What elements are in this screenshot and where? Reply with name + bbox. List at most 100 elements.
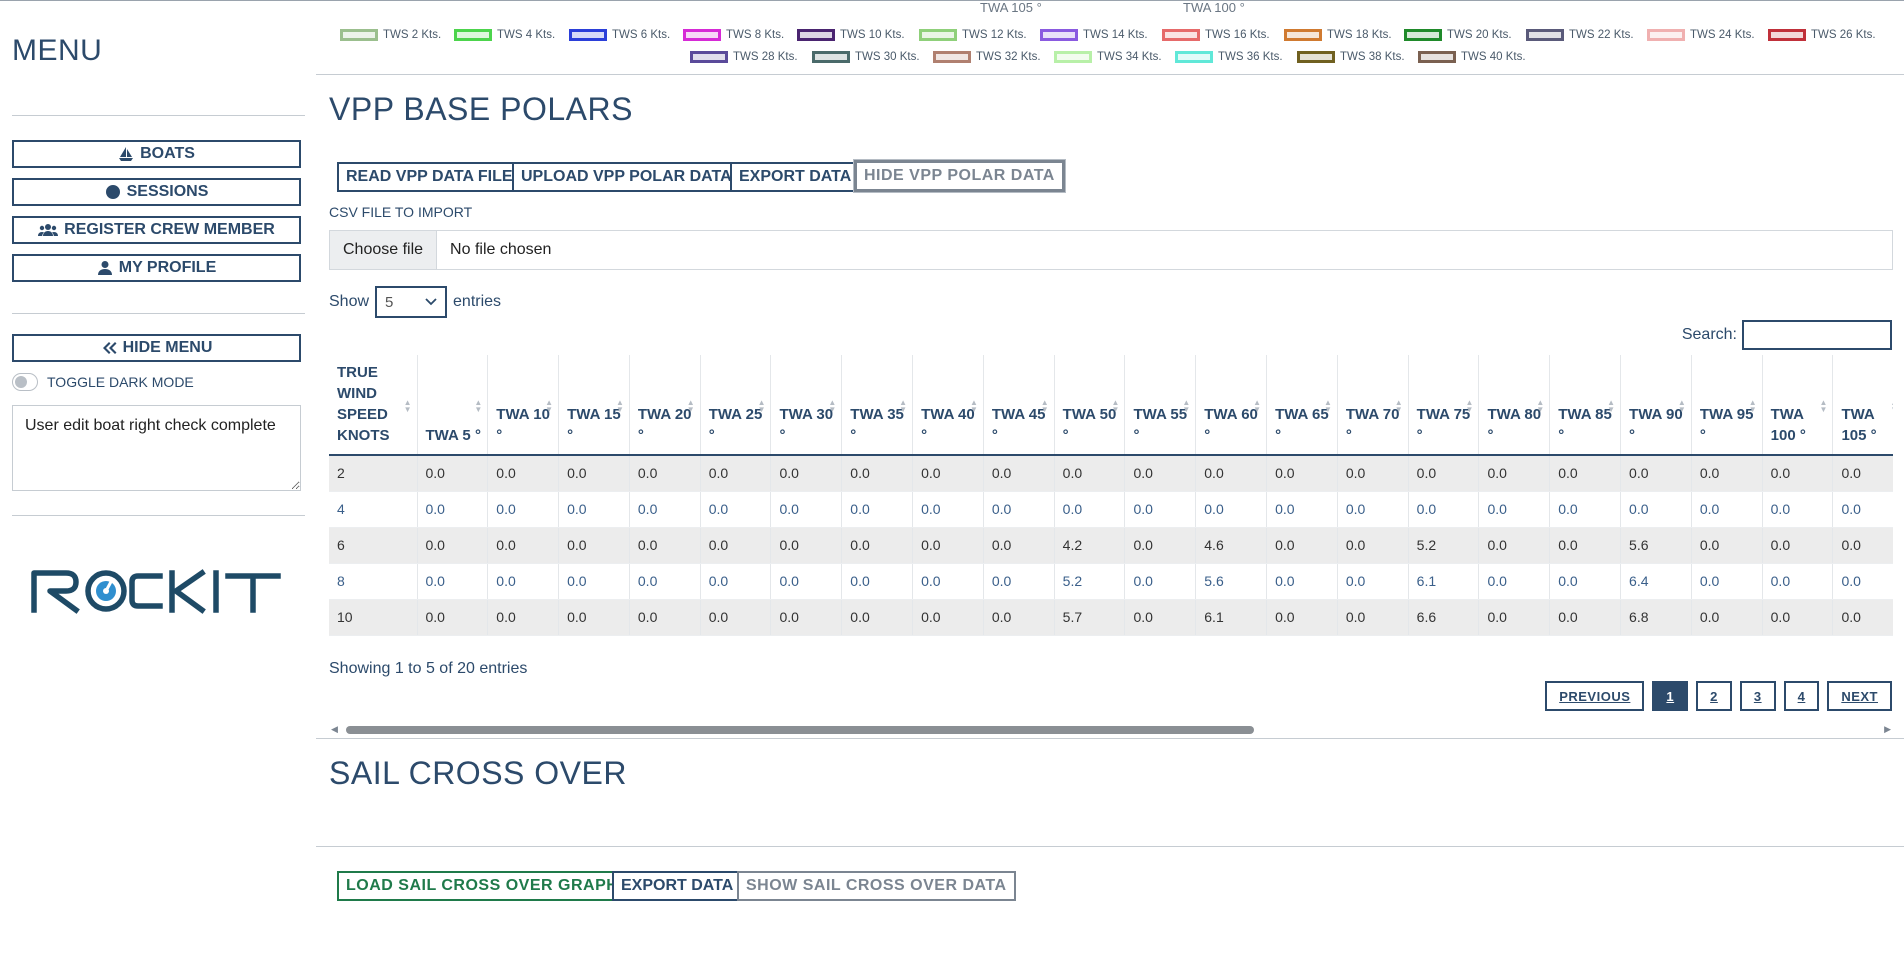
column-header[interactable]: TWA 65 ° ▲ ▼: [1266, 355, 1338, 456]
choose-file-button[interactable]: Choose file: [330, 231, 438, 269]
legend-item[interactable]: TWS 16 Kts.: [1162, 29, 1270, 41]
sort-icon: ▲▼: [1748, 398, 1757, 414]
boat-speed-cell: 0.0: [1408, 491, 1480, 528]
legend-item[interactable]: TWS 4 Kts.: [454, 29, 555, 41]
entries-select-value: 5: [385, 293, 394, 311]
page-button-4[interactable]: 4: [1783, 681, 1820, 711]
legend-item[interactable]: TWS 30 Kts.: [812, 51, 920, 63]
column-header[interactable]: TWA 80 ° ▲ ▼: [1478, 355, 1551, 456]
boat-speed-cell: 0.0: [1620, 491, 1692, 528]
legend-item[interactable]: TWS 38 Kts.: [1297, 51, 1405, 63]
legend-item[interactable]: TWS 32 Kts.: [933, 51, 1041, 63]
scroll-left-icon[interactable]: ◀: [331, 724, 338, 735]
table-row: 2 0.0 0.0 0.0 0.0 0.0 0.0 0.0 0.0 0.0 0.0 0.0 0.0 0.0…: [329, 455, 1893, 492]
column-header[interactable]: TWA 45 ° ▲ ▼: [983, 355, 1055, 456]
register-crew-member-label: REGISTER CREW MEMBER: [64, 221, 275, 238]
boat-speed-cell: 0.0: [487, 491, 560, 528]
column-header[interactable]: TWA 90 ° ▲ ▼: [1620, 355, 1692, 456]
column-header[interactable]: TWA 55 ° ▲ ▼: [1124, 355, 1197, 456]
sail-export-data-button[interactable]: EXPORT DATA: [612, 871, 743, 901]
boat-speed-cell: 0.0: [558, 491, 630, 528]
page-button-3[interactable]: 3: [1739, 681, 1776, 711]
boat-speed-cell: 0.0: [1124, 455, 1197, 492]
legend-item[interactable]: TWS 24 Kts.: [1647, 29, 1755, 41]
legend-item[interactable]: TWS 36 Kts.: [1175, 51, 1283, 63]
column-header[interactable]: TWA 15 ° ▲ ▼: [558, 355, 630, 456]
show-sail-cross-over-data-button[interactable]: SHOW SAIL CROSS OVER DATA: [737, 871, 1016, 901]
read-vpp-data-file-button[interactable]: READ VPP DATA FILE: [337, 162, 522, 192]
pagination: PREVIOUS 1 2 3 4 NEXT: [1545, 681, 1892, 711]
boats-button-label: BOATS: [140, 145, 195, 162]
column-header[interactable]: TWA 85 ° ▲ ▼: [1549, 355, 1622, 456]
page-button-2[interactable]: 2: [1696, 681, 1732, 711]
column-header[interactable]: TWA 105 ° ▲▼: [1832, 355, 1893, 456]
csv-file-input[interactable]: Choose file No file chosen: [329, 230, 1893, 270]
legend-item[interactable]: TWS 40 Kts.: [1418, 51, 1526, 63]
legend-label: TWS 14 Kts.: [1083, 29, 1148, 41]
column-header-label: TWA 85 °: [1558, 406, 1612, 444]
entries-select[interactable]: 5: [375, 286, 448, 318]
legend-item[interactable]: TWS 34 Kts.: [1054, 51, 1162, 63]
previous-page-button[interactable]: PREVIOUS: [1545, 681, 1645, 711]
table-horizontal-scrollbar[interactable]: ◀ ▶: [329, 722, 1893, 736]
legend-item[interactable]: TWS 22 Kts.: [1526, 29, 1634, 41]
column-header[interactable]: TWA 30 ° ▲ ▼: [770, 355, 843, 456]
entries-length-control: Show 5 entries: [329, 286, 501, 318]
column-header[interactable]: TWA 75 ° ▲ ▼: [1408, 355, 1480, 456]
page-button-1[interactable]: 1: [1652, 681, 1689, 711]
legend-item[interactable]: TWS 12 Kts.: [919, 29, 1027, 41]
scroll-right-icon[interactable]: ▶: [1884, 724, 1891, 735]
scrollbar-thumb[interactable]: [346, 726, 1254, 734]
menu-title: MENU: [12, 34, 103, 67]
column-header[interactable]: TWA 95 ° ▲ ▼: [1691, 355, 1763, 456]
notes-textarea[interactable]: User edit boat right check complete: [12, 405, 301, 491]
my-profile-button[interactable]: MY PROFILE: [12, 254, 301, 282]
hide-vpp-polar-data-button[interactable]: HIDE VPP POLAR DATA: [853, 159, 1066, 193]
boat-speed-cell: 0.0: [1832, 455, 1893, 492]
boat-speed-cell: 0.0: [1337, 455, 1409, 492]
column-header[interactable]: TWA 10 ° ▲ ▼: [487, 355, 560, 456]
boat-speed-cell: 0.0: [983, 491, 1055, 528]
boat-speed-cell: 0.0: [841, 599, 914, 636]
boat-speed-cell: 0.0: [700, 491, 772, 528]
export-data-button[interactable]: EXPORT DATA: [730, 162, 861, 192]
legend-item[interactable]: TWS 26 Kts.: [1768, 29, 1876, 41]
legend-item[interactable]: TWS 6 Kts.: [569, 29, 670, 41]
legend-item[interactable]: TWS 28 Kts.: [690, 51, 798, 63]
dark-mode-switch[interactable]: [12, 373, 38, 391]
boat-speed-cell: 0.0: [417, 491, 489, 528]
boat-speed-cell: 0.0: [1762, 563, 1834, 600]
boats-button[interactable]: BOATS: [12, 140, 301, 168]
column-header[interactable]: TRUE WIND SPEED KNOTS ▲ ▼: [329, 355, 418, 456]
legend-item[interactable]: TWS 2 Kts.: [340, 29, 441, 41]
column-header[interactable]: TWA 50 ° ▲ ▼: [1054, 355, 1126, 456]
legend-item[interactable]: TWS 10 Kts.: [797, 29, 905, 41]
boat-speed-cell: 0.0: [629, 455, 701, 492]
column-header[interactable]: TWA 40 ° ▲ ▼: [912, 355, 984, 456]
column-header[interactable]: TWA 70 ° ▲ ▼: [1337, 355, 1409, 456]
column-header[interactable]: TWA 5 ° ▲ ▼: [417, 355, 489, 456]
column-header[interactable]: TWA 20 ° ▲ ▼: [629, 355, 701, 456]
hide-menu-button[interactable]: HIDE MENU: [12, 334, 301, 362]
register-crew-member-button[interactable]: REGISTER CREW MEMBER: [12, 216, 301, 244]
column-header[interactable]: TWA 25 ° ▲ ▼: [700, 355, 772, 456]
table-row: 6 0.0 0.0 0.0 0.0 0.0 0.0 0.0 0.0 0.0 4.2 0.0 4.6 0.0…: [329, 527, 1893, 564]
column-header[interactable]: TWA 100 ° ▲ ▼: [1762, 355, 1834, 456]
boat-speed-cell: 0.0: [1124, 527, 1197, 564]
dark-mode-toggle[interactable]: TOGGLE DARK MODE: [12, 373, 194, 391]
legend-item[interactable]: TWS 20 Kts.: [1404, 29, 1512, 41]
load-sail-cross-over-graphs-button[interactable]: LOAD SAIL CROSS OVER GRAPHS: [337, 871, 639, 901]
legend-item[interactable]: TWS 18 Kts.: [1284, 29, 1392, 41]
boat-speed-cell: 0.0: [1762, 527, 1834, 564]
search-input[interactable]: [1742, 320, 1892, 350]
my-profile-label: MY PROFILE: [118, 259, 217, 276]
legend-item[interactable]: TWS 14 Kts.: [1040, 29, 1148, 41]
legend-item[interactable]: TWS 8 Kts.: [683, 29, 784, 41]
next-page-button[interactable]: NEXT: [1827, 681, 1892, 711]
boat-speed-cell: 0.0: [1408, 455, 1480, 492]
sessions-button[interactable]: SESSIONS: [12, 178, 301, 206]
column-header[interactable]: TWA 60 ° ▲ ▼: [1195, 355, 1268, 456]
column-header[interactable]: TWA 35 ° ▲ ▼: [841, 355, 914, 456]
upload-vpp-polar-data-button[interactable]: UPLOAD VPP POLAR DATA: [512, 162, 741, 192]
legend-swatch: [1297, 51, 1335, 63]
